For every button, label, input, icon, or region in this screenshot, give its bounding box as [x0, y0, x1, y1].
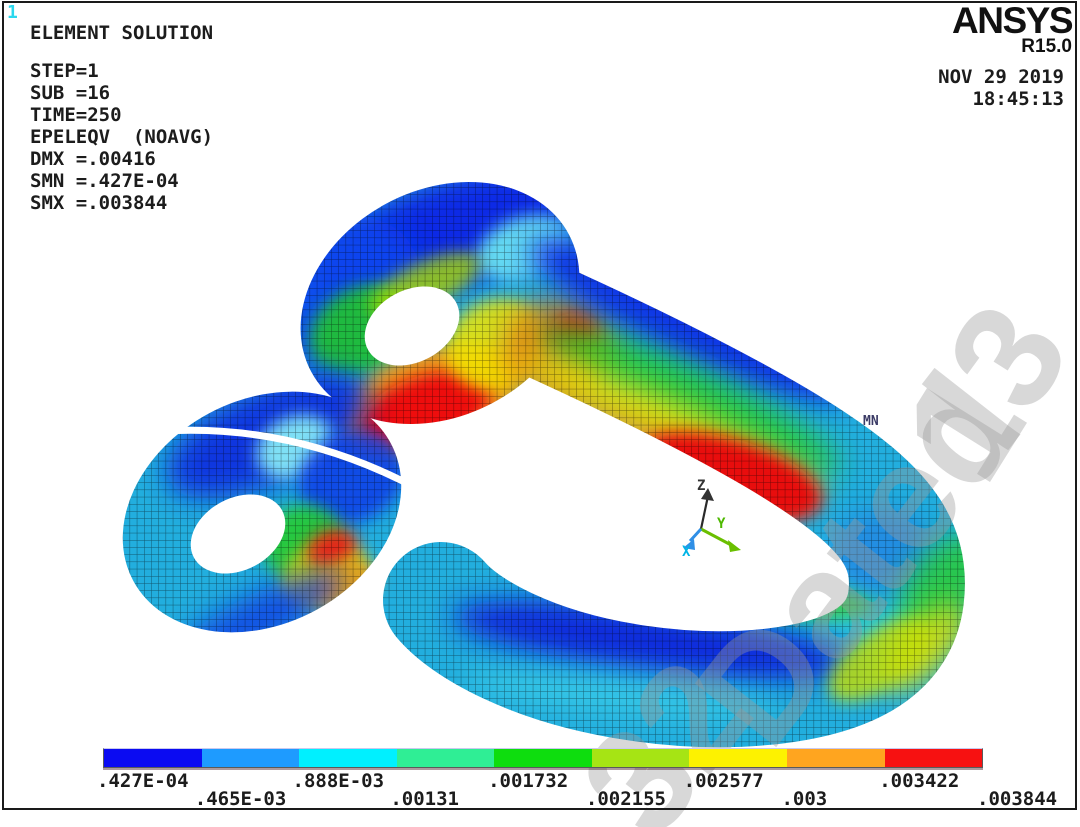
legend-value-label: .465E-03: [195, 788, 287, 810]
contour-legend: .427E-04.888E-03.001732.002577.003422.46…: [103, 748, 983, 810]
solution-line-result: EPELEQV (NOAVG): [30, 126, 213, 148]
legend-value-label: .003: [781, 788, 827, 810]
x-axis-label: X: [682, 544, 691, 560]
date-label: NOV 29 2019: [938, 66, 1064, 88]
solution-title: ELEMENT SOLUTION: [30, 22, 213, 44]
solution-line-step: STEP=1: [30, 60, 213, 82]
time-label: 18:45:13: [938, 88, 1064, 110]
legend-color-segment: [885, 749, 983, 767]
datetime-stamp: NOV 29 2019 18:45:13: [938, 66, 1064, 110]
legend-labels: .427E-04.888E-03.001732.002577.003422.46…: [103, 768, 1063, 810]
legend-color-segment: [104, 749, 202, 767]
min-location-marker: MN: [863, 414, 879, 429]
solution-line-time: TIME=250: [30, 104, 213, 126]
solution-line-dmx: DMX =.00416: [30, 148, 213, 170]
legend-value-label: .003844: [977, 788, 1057, 810]
legend-value-label: .00131: [390, 788, 459, 810]
ansys-brand-block: ANSYS R15.0: [952, 4, 1072, 56]
z-axis-label: Z: [697, 478, 705, 494]
legend-color-segment: [787, 749, 885, 767]
legend-bar: [103, 748, 983, 768]
legend-color-segment: [494, 749, 592, 767]
legend-value-label: .002577: [684, 770, 764, 792]
legend-value-label: .003422: [879, 770, 959, 792]
legend-color-segment: [299, 749, 397, 767]
solution-info-block: ELEMENT SOLUTION STEP=1 SUB =16 TIME=250…: [30, 22, 213, 214]
legend-color-segment: [592, 749, 690, 767]
legend-value-label: .888E-03: [293, 770, 385, 792]
solution-line-smx: SMX =.003844: [30, 192, 213, 214]
legend-value-label: .427E-04: [97, 770, 189, 792]
legend-color-segment: [397, 749, 495, 767]
ansys-logo: ANSYS: [952, 4, 1072, 38]
legend-value-label: .001732: [488, 770, 568, 792]
legend-value-label: .002155: [586, 788, 666, 810]
y-axis-label: Y: [717, 516, 726, 532]
solution-line-smn: SMN =.427E-04: [30, 170, 213, 192]
legend-color-segment: [202, 749, 300, 767]
legend-color-segment: [689, 749, 787, 767]
plot-id: 1: [7, 2, 18, 23]
ansys-graphics-window: 32 Dated 13 Z Y X 1 ELEMENT SOLUTION STE…: [0, 0, 1080, 827]
solution-line-sub: SUB =16: [30, 82, 213, 104]
